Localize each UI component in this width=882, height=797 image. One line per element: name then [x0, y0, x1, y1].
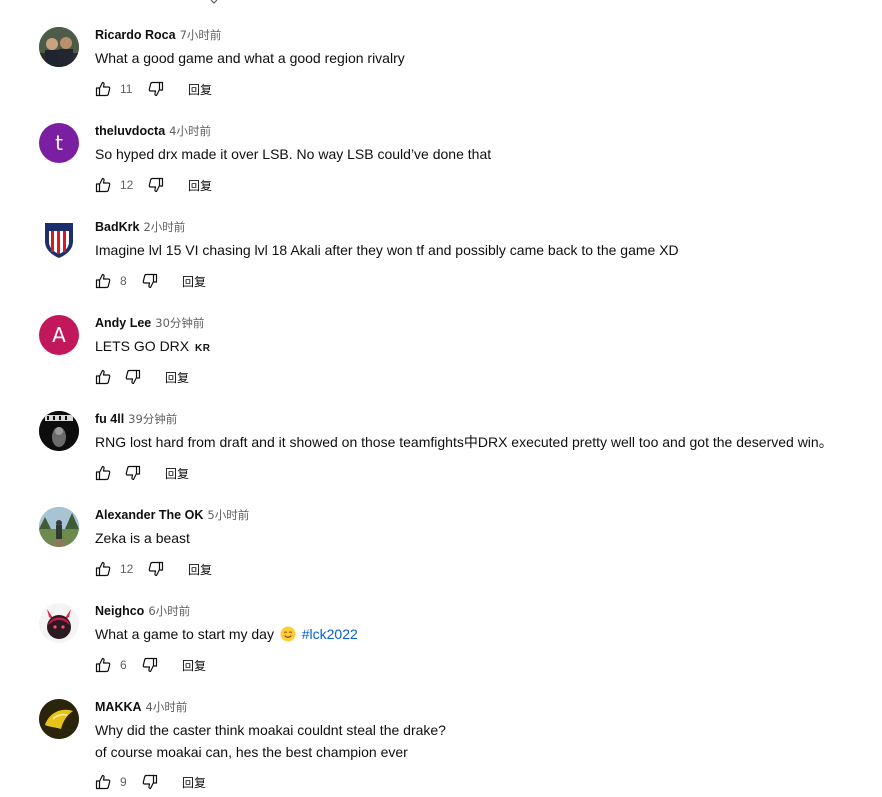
reply-button[interactable]: 回复	[182, 174, 218, 197]
avatar[interactable]	[39, 603, 79, 643]
dislike-icon[interactable]	[148, 177, 164, 193]
like-icon[interactable]	[95, 81, 111, 97]
comment-text-content: Imagine lvl 15 VI chasing lvl 18 Akali a…	[95, 242, 679, 258]
comment-time[interactable]: 6小时前	[148, 604, 190, 618]
smiling-face-emoji-icon	[280, 626, 296, 642]
like-count: 8	[120, 274, 127, 288]
comment-text: Imagine lvl 15 VI chasing lvl 18 Akali a…	[95, 239, 679, 261]
dislike-icon[interactable]	[142, 774, 158, 790]
reply-button[interactable]: 回复	[159, 462, 195, 485]
comment-text: What a good game and what a good region …	[95, 47, 405, 69]
comment-text-line: Why did the caster think moakai couldnt …	[95, 722, 446, 738]
comment-author[interactable]: Alexander The OK	[95, 508, 203, 522]
comment-text-content: What a good game and what a good region …	[95, 50, 405, 66]
comment-actions: 6 回复	[95, 653, 212, 677]
comment-text: So hyped drx made it over LSB. No way LS…	[95, 143, 491, 165]
comment-text-content: What a game to start my day	[95, 626, 274, 642]
comment-text: LETS GO DRX KR	[95, 335, 210, 360]
like-icon[interactable]	[95, 465, 111, 481]
comment-author[interactable]: Andy Lee	[95, 316, 151, 330]
comment-text: Zeka is a beast	[95, 527, 190, 549]
comment-time[interactable]: 4小时前	[146, 700, 188, 714]
avatar-letter: t	[55, 131, 63, 155]
comment-time[interactable]: 30分钟前	[155, 316, 204, 330]
comment-actions: 回复	[95, 461, 195, 485]
avatar-letter: A	[52, 323, 66, 347]
reply-button[interactable]: 回复	[159, 366, 195, 389]
like-icon[interactable]	[95, 177, 111, 193]
reply-button[interactable]: 回复	[182, 78, 218, 101]
reply-button[interactable]: 回复	[176, 771, 212, 794]
dislike-icon[interactable]	[125, 369, 141, 385]
comment-time[interactable]: 4小时前	[169, 124, 211, 138]
comment-text: RNG lost hard from draft and it showed o…	[95, 431, 833, 453]
comment-thread: BadKrk 2小时前 Imagine lvl 15 VI chasing lvl…	[0, 219, 882, 315]
reply-button[interactable]: 回复	[182, 558, 218, 581]
comment-author[interactable]: Ricardo Roca	[95, 28, 176, 42]
comment-time[interactable]: 2小时前	[143, 220, 185, 234]
comment-time[interactable]: 7小时前	[180, 28, 222, 42]
avatar[interactable]	[39, 699, 79, 739]
like-icon[interactable]	[95, 657, 111, 673]
reply-button[interactable]: 回复	[176, 654, 212, 677]
like-count: 12	[120, 562, 134, 576]
avatar[interactable]	[39, 411, 79, 451]
comment-text-line: of course moakai can, hes the best champ…	[95, 744, 408, 760]
like-icon[interactable]	[95, 369, 111, 385]
comment-thread: Neighco 6小时前 What a game to start my day …	[0, 603, 882, 699]
like-count: 6	[120, 658, 127, 672]
comment-time[interactable]: 39分钟前	[128, 412, 177, 426]
dislike-icon[interactable]	[142, 273, 158, 289]
comment-actions: 9 回复	[95, 770, 212, 794]
comment-thread: Ricardo Roca 7小时前 What a good game and wh…	[0, 27, 882, 123]
comment-text: What a game to start my day #lck2022	[95, 623, 358, 645]
dislike-icon[interactable]	[142, 657, 158, 673]
scroll-fragment-icon	[210, 0, 218, 4]
comment-actions: 12 回复	[95, 557, 218, 581]
avatar[interactable]	[39, 27, 79, 67]
comment-actions: 回复	[95, 365, 195, 389]
comment-author[interactable]: MAKKA	[95, 700, 142, 714]
comment-thread: A Andy Lee 30分钟前 LETS GO DRX KR 回复	[0, 315, 882, 411]
flag-badge: KR	[195, 343, 211, 354]
dislike-icon[interactable]	[125, 465, 141, 481]
comment-text-content: LETS GO DRX	[95, 338, 190, 354]
avatar[interactable]: t	[39, 123, 79, 163]
comment-author[interactable]: Neighco	[95, 604, 144, 618]
comment-author[interactable]: fu 4ll	[95, 412, 124, 426]
like-icon[interactable]	[95, 273, 111, 289]
like-count: 12	[120, 178, 134, 192]
comment-text-content: Zeka is a beast	[95, 530, 190, 546]
comment-time[interactable]: 5小时前	[207, 508, 249, 522]
comment-author[interactable]: theluvdocta	[95, 124, 165, 138]
avatar[interactable]: A	[39, 315, 79, 355]
comment-actions: 12 回复	[95, 173, 218, 197]
comment-thread: Alexander The OK 5小时前 Zeka is a beast 12 …	[0, 507, 882, 603]
comment-text-content: So hyped drx made it over LSB. No way LS…	[95, 146, 492, 162]
comment-actions: 11 回复	[95, 77, 218, 101]
comment-actions: 8 回复	[95, 269, 212, 293]
comment-author[interactable]: BadKrk	[95, 220, 139, 234]
like-count: 11	[120, 82, 133, 96]
reply-button[interactable]: 回复	[176, 270, 212, 293]
comment-text: Why did the caster think moakai couldnt …	[95, 719, 446, 763]
like-icon[interactable]	[95, 561, 111, 577]
dislike-icon[interactable]	[148, 81, 164, 97]
comment-thread: fu 4ll 39分钟前 RNG lost hard from draft and…	[0, 411, 882, 507]
avatar[interactable]	[39, 507, 79, 547]
dislike-icon[interactable]	[148, 561, 164, 577]
comment-thread: MAKKA 4小时前 Why did the caster think moaka…	[0, 699, 882, 795]
like-count: 9	[120, 775, 127, 789]
club-crest-icon	[45, 223, 73, 258]
hashtag-link[interactable]: #lck2022	[302, 626, 358, 642]
like-icon[interactable]	[95, 774, 111, 790]
comment-thread: t theluvdocta 4小时前 So hyped drx made it o…	[0, 123, 882, 219]
comment-text-content: RNG lost hard from draft and it showed o…	[95, 434, 833, 450]
avatar[interactable]	[39, 219, 79, 259]
